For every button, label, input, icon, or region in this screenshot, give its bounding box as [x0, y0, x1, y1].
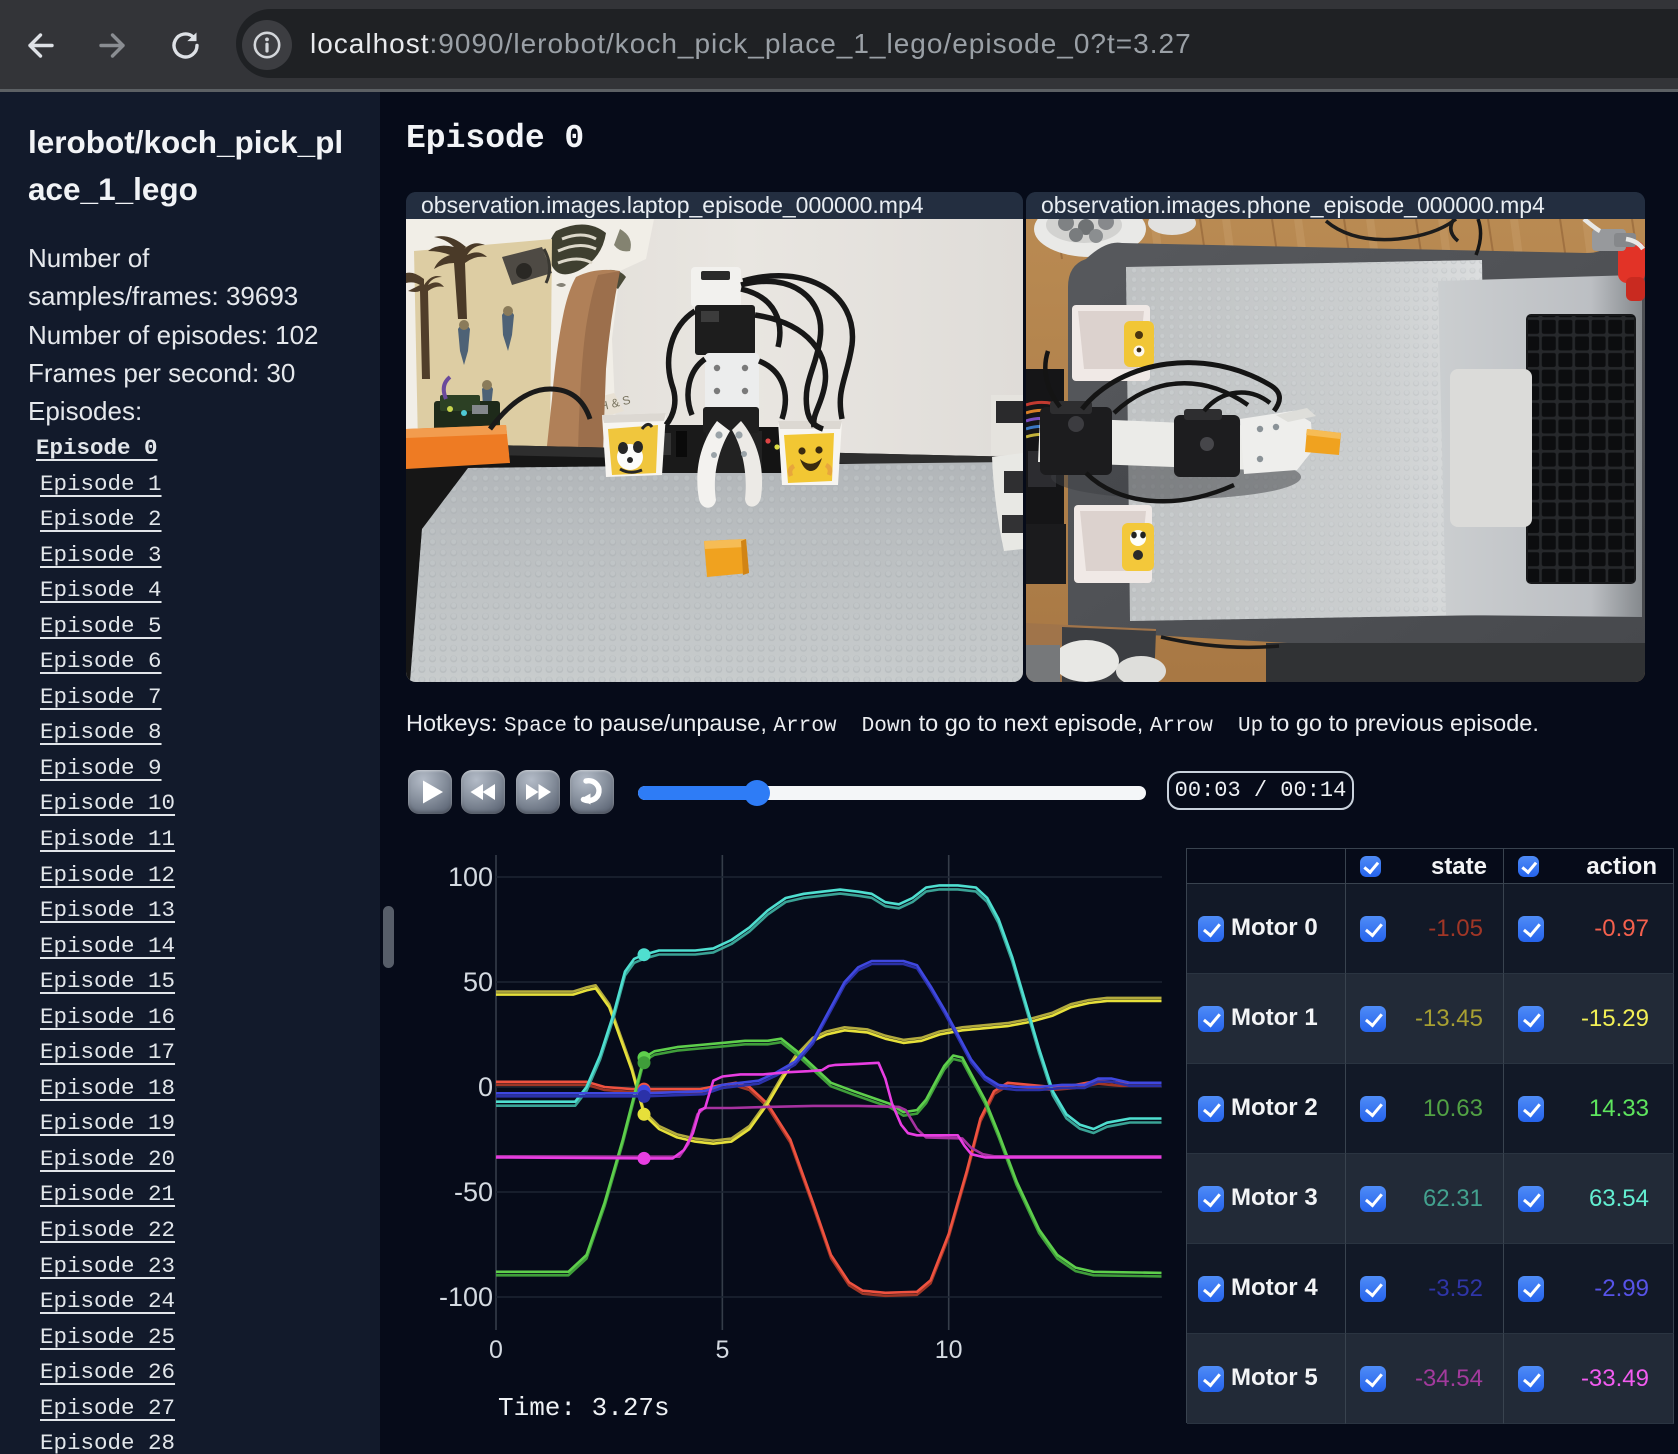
svg-text:5: 5: [715, 1336, 729, 1364]
svg-text:50: 50: [463, 967, 493, 997]
svg-text:-100: -100: [439, 1282, 493, 1312]
svg-text:100: 100: [448, 862, 493, 892]
svg-text:10: 10: [935, 1336, 963, 1364]
svg-text:Time: 3.27s: Time: 3.27s: [498, 1393, 670, 1423]
svg-text:0: 0: [489, 1336, 503, 1364]
svg-text:-50: -50: [454, 1177, 493, 1207]
svg-text:0: 0: [478, 1072, 493, 1102]
